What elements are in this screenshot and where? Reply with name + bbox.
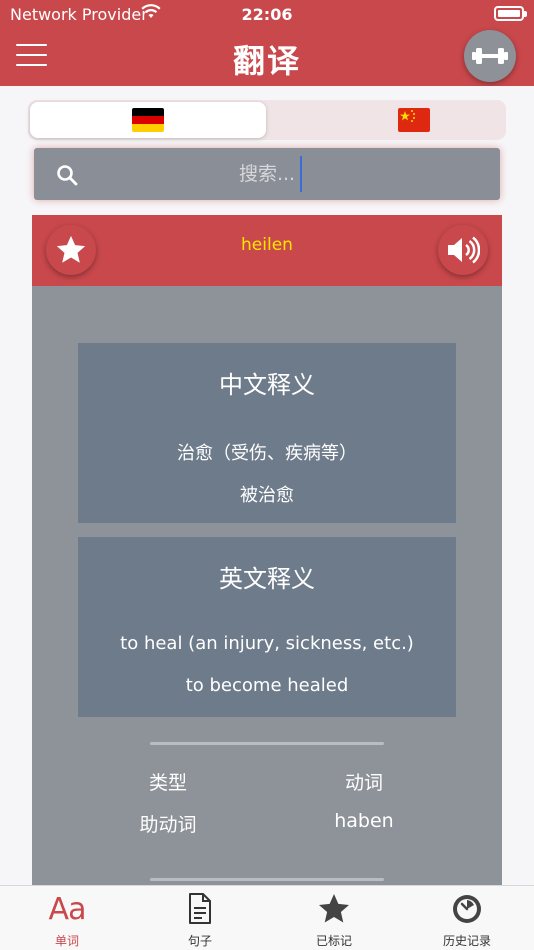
language-selector — [28, 100, 506, 140]
word-card: heilen 中文释义 治愈（受伤、疾病等） 被治愈 英文释义 to heal … — [32, 215, 502, 885]
pronounce-button[interactable] — [438, 225, 488, 275]
search-icon — [57, 165, 78, 186]
tab-marked[interactable]: 已标记 — [284, 890, 384, 948]
tab-label: 单词 — [54, 934, 79, 948]
speaker-icon — [448, 236, 480, 264]
english-definition-panel: 英文释义 to heal (an injury, sickness, etc.)… — [78, 537, 456, 717]
type-value: 动词 — [344, 772, 383, 794]
tab-bar: Aa 单词 句子 已标记 历史记录 — [0, 885, 534, 950]
text-caret — [300, 156, 302, 192]
chinese-flag-icon — [398, 108, 430, 132]
search-input[interactable] — [94, 156, 440, 192]
definition-line: 治愈（受伤、疾病等） — [177, 443, 357, 464]
chinese-definition-panel: 中文释义 治愈（受伤、疾病等） 被治愈 — [78, 343, 456, 523]
status-time: 22:06 — [241, 5, 293, 24]
german-flag-icon — [132, 108, 164, 132]
auxiliary-value: haben — [334, 810, 394, 832]
tab-label: 句子 — [187, 934, 212, 948]
divider — [150, 878, 384, 881]
definition-line: 被治愈 — [240, 485, 294, 506]
type-label: 类型 — [148, 772, 187, 794]
words-icon: Aa — [48, 891, 87, 927]
history-icon — [453, 895, 481, 923]
top-bar: Network Provider 22:06 翻译 — [0, 0, 534, 86]
auxiliary-label: 助动词 — [139, 814, 197, 836]
language-option-german[interactable] — [30, 102, 266, 138]
document-icon — [189, 893, 211, 924]
panel-title: 英文释义 — [219, 565, 315, 593]
tab-words[interactable]: Aa 单词 — [17, 890, 117, 949]
practice-button[interactable] — [464, 30, 516, 82]
language-option-chinese[interactable] — [296, 102, 532, 138]
tab-label: 已标记 — [315, 934, 352, 948]
definition-line: to heal (an injury, sickness, etc.) — [120, 633, 414, 654]
tab-history[interactable]: 历史记录 — [417, 890, 517, 948]
definition-line: to become healed — [185, 675, 349, 696]
divider — [150, 742, 384, 745]
tab-label: 历史记录 — [442, 934, 491, 948]
page-title: 翻译 — [232, 42, 301, 80]
search-bar — [34, 148, 500, 200]
star-icon — [319, 894, 349, 923]
tab-sentences[interactable]: 句子 — [150, 890, 250, 948]
dumbbell-icon — [472, 48, 508, 64]
panel-title: 中文释义 — [219, 371, 315, 399]
word-text: heilen — [241, 235, 293, 255]
word-card-header: heilen — [32, 215, 502, 286]
battery-icon — [494, 6, 527, 21]
